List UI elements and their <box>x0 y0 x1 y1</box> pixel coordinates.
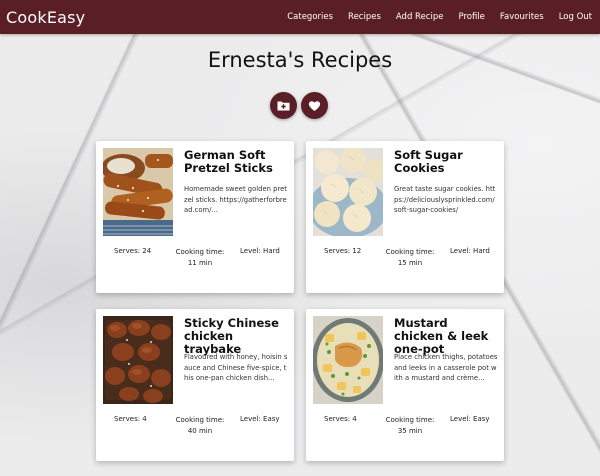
heart-icon <box>308 100 321 111</box>
recipe-image-sugar-cookies[interactable] <box>313 148 383 236</box>
favourites-button[interactable] <box>301 92 328 119</box>
recipe-serves: Serves: 4 <box>324 415 357 423</box>
recipe-card-chinese-chicken[interactable]: Sticky Chinese chicken traybake Flavoure… <box>96 309 294 461</box>
recipe-image-chinese-chicken[interactable] <box>103 316 173 404</box>
recipe-description: Flavoured with honey, hoisin sauce and C… <box>184 353 288 382</box>
recipe-serves: Serves: 4 <box>114 415 147 423</box>
recipe-card-pretzel[interactable]: German Soft Pretzel Sticks Homemade swee… <box>96 141 294 293</box>
cooking-time-value: 15 min <box>397 259 423 267</box>
nav-link-log-out[interactable]: Log Out <box>559 12 592 22</box>
recipe-title[interactable]: Sticky Chinese chicken traybake <box>184 317 288 356</box>
navbar: CookEasy Categories Recipes Add Recipe P… <box>0 0 600 34</box>
recipe-image-pretzel[interactable] <box>103 148 173 236</box>
nav-link-recipes[interactable]: Recipes <box>348 12 381 22</box>
recipe-cooking-time: Cooking time: 15 min <box>380 247 440 269</box>
recipe-level: Level: Easy <box>450 415 490 423</box>
recipe-image-mustard-chicken[interactable] <box>313 316 383 404</box>
recipe-description: Homemade sweet golden pretzel sticks. ht… <box>184 185 287 214</box>
recipe-level: Level: Hard <box>240 247 280 255</box>
cooking-time-label: Cooking time: <box>385 416 435 424</box>
cooking-time-label: Cooking time: <box>385 248 435 256</box>
action-buttons <box>270 92 332 119</box>
recipe-serves: Serves: 12 <box>324 247 362 255</box>
recipe-description: Great taste sugar cookies. https://delic… <box>394 185 496 214</box>
cooking-time-label: Cooking time: <box>175 416 225 424</box>
nav-links: Categories Recipes Add Recipe Profile Fa… <box>272 12 592 22</box>
recipe-serves: Serves: 24 <box>114 247 152 255</box>
nav-link-profile[interactable]: Profile <box>458 12 484 22</box>
cooking-time-label: Cooking time: <box>175 248 225 256</box>
recipe-level: Level: Hard <box>450 247 490 255</box>
recipe-title[interactable]: Soft Sugar Cookies <box>394 149 498 175</box>
recipe-card-mustard-chicken[interactable]: Mustard chicken & leek one-pot Place chi… <box>306 309 504 461</box>
page-title: Ernesta's Recipes <box>207 48 393 72</box>
folder-plus-icon <box>277 101 290 111</box>
nav-link-add-recipe[interactable]: Add Recipe <box>396 12 444 22</box>
recipe-cooking-time: Cooking time: 40 min <box>170 415 230 437</box>
cooking-time-value: 35 min <box>397 427 423 435</box>
add-recipe-button[interactable] <box>270 92 297 119</box>
brand-logo[interactable]: CookEasy <box>6 8 85 27</box>
recipe-cooking-time: Cooking time: 11 min <box>170 247 230 269</box>
recipe-description: Place chicken thighs, potatoes and leeks… <box>394 353 498 382</box>
cooking-time-value: 11 min <box>187 259 213 267</box>
recipe-title[interactable]: Mustard chicken & leek one-pot <box>394 317 498 356</box>
recipe-card-sugar-cookies[interactable]: Soft Sugar Cookies Great taste sugar coo… <box>306 141 504 293</box>
nav-link-favourites[interactable]: Favourites <box>500 12 544 22</box>
recipe-level: Level: Easy <box>240 415 280 423</box>
recipe-title[interactable]: German Soft Pretzel Sticks <box>184 149 288 175</box>
nav-link-categories[interactable]: Categories <box>287 12 333 22</box>
cooking-time-value: 40 min <box>187 427 213 435</box>
recipe-cooking-time: Cooking time: 35 min <box>380 415 440 437</box>
